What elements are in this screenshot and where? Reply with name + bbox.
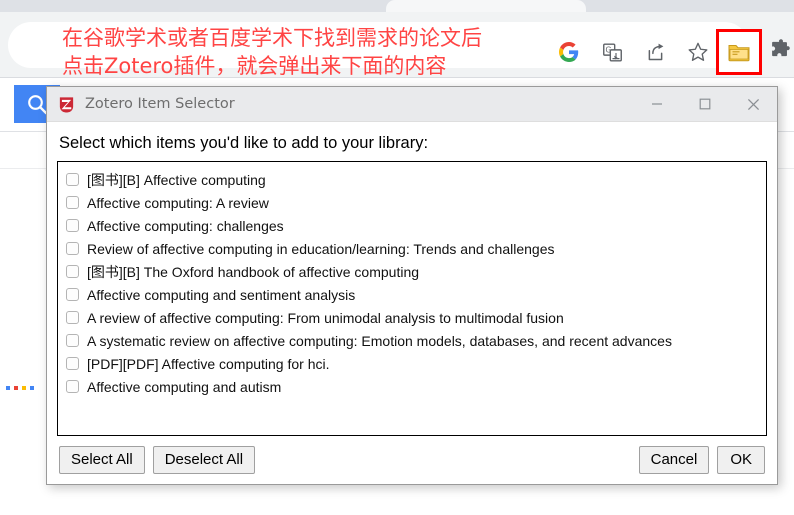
item-label: Affective computing: A review — [87, 194, 269, 211]
select-all-button[interactable]: Select All — [59, 446, 145, 474]
item-checkbox[interactable] — [66, 311, 79, 324]
toolbar-icon-group: G — [556, 32, 711, 72]
zotero-connector-button[interactable] — [716, 29, 762, 75]
screen: 在谷歌学术或者百度学术下找到需求的论文后 点击Zotero插件，就会弹出来下面的… — [0, 0, 794, 515]
list-item[interactable]: Affective computing: A review — [62, 191, 762, 214]
zotero-item-selector-dialog: Zotero Item Selector Select which items … — [46, 86, 778, 485]
item-label: Affective computing and sentiment analys… — [87, 286, 356, 303]
item-label: Affective computing and autism — [87, 378, 282, 395]
dialog-title-bar: Zotero Item Selector — [47, 87, 777, 122]
list-item[interactable]: Affective computing: challenges — [62, 214, 762, 237]
item-label: A systematic review on affective computi… — [87, 332, 672, 349]
item-checkbox[interactable] — [66, 334, 79, 347]
browser-tab[interactable] — [590, 0, 788, 12]
deselect-all-button[interactable]: Deselect All — [152, 446, 256, 474]
cancel-button[interactable]: Cancel — [638, 446, 710, 474]
item-label: Affective computing: challenges — [87, 217, 284, 234]
browser-tab-strip — [0, 0, 794, 12]
item-checkbox[interactable] — [66, 265, 79, 278]
item-checkbox[interactable] — [66, 173, 79, 186]
browser-tab-active[interactable] — [386, 0, 586, 12]
item-label: [图书][B] The Oxford handbook of affective… — [87, 263, 420, 280]
window-controls — [633, 87, 777, 122]
ok-button[interactable]: OK — [717, 446, 765, 474]
item-label: [图书][B] Affective computing — [87, 171, 266, 188]
item-label: A review of affective computing: From un… — [87, 309, 564, 326]
list-item[interactable]: [图书][B] Affective computing — [62, 168, 762, 191]
extensions-puzzle-icon[interactable] — [770, 37, 792, 61]
browser-tab[interactable] — [2, 0, 178, 12]
pagination-dots — [6, 386, 34, 390]
maximize-button[interactable] — [681, 87, 729, 122]
list-item[interactable]: Review of affective computing in educati… — [62, 237, 762, 260]
share-icon[interactable] — [642, 39, 668, 65]
item-checkbox[interactable] — [66, 288, 79, 301]
list-item[interactable]: A review of affective computing: From un… — [62, 306, 762, 329]
google-logo-icon[interactable] — [556, 39, 582, 65]
dialog-title: Zotero Item Selector — [85, 96, 235, 112]
list-item[interactable]: Affective computing and sentiment analys… — [62, 283, 762, 306]
list-item[interactable]: [PDF][PDF] Affective computing for hci. — [62, 352, 762, 375]
item-checkbox[interactable] — [66, 357, 79, 370]
item-listbox[interactable]: [图书][B] Affective computing Affective co… — [57, 161, 767, 436]
item-label: Review of affective computing in educati… — [87, 240, 555, 257]
annotation-text: 在谷歌学术或者百度学术下找到需求的论文后 点击Zotero插件，就会弹出来下面的… — [62, 26, 482, 78]
item-checkbox[interactable] — [66, 196, 79, 209]
dialog-body: Select which items you'd like to add to … — [47, 122, 777, 436]
item-checkbox[interactable] — [66, 380, 79, 393]
browser-tab[interactable] — [184, 0, 378, 12]
close-button[interactable] — [729, 87, 777, 122]
minimize-button[interactable] — [633, 87, 681, 122]
item-checkbox[interactable] — [66, 219, 79, 232]
item-label: [PDF][PDF] Affective computing for hci. — [87, 355, 330, 372]
bookmark-star-icon[interactable] — [685, 39, 711, 65]
google-translate-icon[interactable]: G — [599, 39, 625, 65]
dialog-prompt: Select which items you'd like to add to … — [59, 134, 429, 152]
list-item[interactable]: Affective computing and autism — [62, 375, 762, 398]
zotero-logo-icon — [58, 96, 75, 113]
browser-toolbar: 在谷歌学术或者百度学术下找到需求的论文后 点击Zotero插件，就会弹出来下面的… — [0, 12, 794, 78]
list-item[interactable]: A systematic review on affective computi… — [62, 329, 762, 352]
list-item[interactable]: [图书][B] The Oxford handbook of affective… — [62, 260, 762, 283]
zotero-connector-icon — [728, 45, 750, 62]
item-checkbox[interactable] — [66, 242, 79, 255]
dialog-footer: Select All Deselect All Cancel OK — [47, 436, 777, 484]
